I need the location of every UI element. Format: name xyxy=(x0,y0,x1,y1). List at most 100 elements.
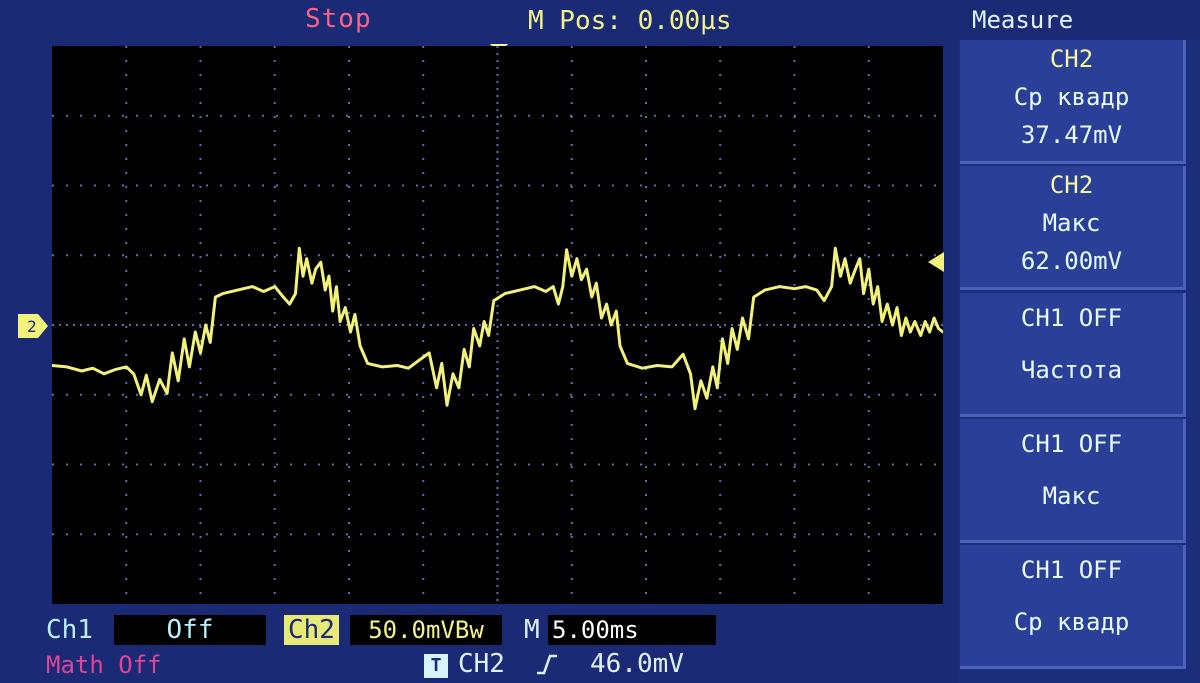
grid-dot xyxy=(164,254,166,257)
grid-dot xyxy=(52,463,54,466)
grid-dot xyxy=(496,368,499,370)
grid-dot xyxy=(822,393,824,396)
grid-dot xyxy=(276,533,278,536)
grid-dot xyxy=(472,533,474,536)
grid-dot xyxy=(199,284,202,286)
grid-dot xyxy=(496,473,499,475)
grid-dot xyxy=(556,463,558,466)
grid-dot xyxy=(125,116,128,118)
grid-dot xyxy=(878,393,880,396)
grid-dot xyxy=(766,184,768,187)
grid-dot xyxy=(276,324,278,326)
grid-dot xyxy=(570,592,573,594)
grid-dot xyxy=(66,463,68,466)
grid-dot xyxy=(496,508,499,510)
ch1-label[interactable]: Ch1 xyxy=(46,615,93,645)
grid-dot xyxy=(793,298,796,300)
measure-slot-2[interactable]: CH2 Макс 62.00mV xyxy=(960,166,1186,290)
grid-dot xyxy=(867,186,870,188)
trigger-level-marker-icon xyxy=(928,252,944,272)
grid-dot xyxy=(73,324,75,326)
grid-dot xyxy=(304,184,306,187)
grid-dot xyxy=(199,494,202,496)
grid-dot xyxy=(836,393,838,396)
grid-dot xyxy=(273,592,276,594)
grid-dot xyxy=(348,480,350,482)
ch2-label[interactable]: Ch2 xyxy=(284,615,339,645)
grid-dot xyxy=(668,463,670,466)
grid-dot xyxy=(850,533,852,536)
grid-dot xyxy=(570,200,573,202)
grid-dot xyxy=(125,452,128,454)
grid-dot xyxy=(717,324,719,326)
grid-dot xyxy=(409,324,411,326)
grid-dot xyxy=(94,533,96,536)
grid-dot xyxy=(496,130,499,132)
grid-dot xyxy=(496,396,499,398)
measure-slot-4[interactable]: CH1 OFF Макс xyxy=(960,419,1186,543)
grid-dot xyxy=(206,184,208,187)
measure-slot-3-type: Частота xyxy=(1020,356,1123,384)
grid-dot xyxy=(885,324,887,326)
measure-slot-4-source: CH1 OFF xyxy=(1020,430,1123,458)
grid-dot xyxy=(80,184,82,187)
grid-dot xyxy=(304,463,306,466)
grid-dot xyxy=(892,254,894,257)
run-state-label: Stop xyxy=(305,4,372,34)
grid-dot xyxy=(496,291,499,293)
grid-dot xyxy=(346,254,348,257)
grid-dot xyxy=(199,102,202,104)
grid-dot xyxy=(793,452,796,454)
measure-slot-1[interactable]: CH2 Ср квадр 37.47mV xyxy=(960,40,1186,164)
grid-dot xyxy=(645,424,647,426)
grid-dot xyxy=(276,463,278,466)
grid-dot xyxy=(867,130,870,132)
grid-dot xyxy=(199,256,202,258)
grid-dot xyxy=(178,184,180,187)
grid-dot xyxy=(570,550,573,552)
grid-dot xyxy=(645,452,647,454)
measure-slot-3-source: CH1 OFF xyxy=(1020,304,1123,332)
grid-dot xyxy=(496,410,499,412)
grid-dot xyxy=(570,214,573,216)
grid-dot xyxy=(422,550,425,552)
grid-dot xyxy=(199,242,202,244)
grid-dot xyxy=(528,114,530,117)
grid-dot xyxy=(719,480,722,482)
grid-dot xyxy=(416,533,418,536)
grid-dot xyxy=(472,324,474,326)
measure-slot-5[interactable]: CH1 OFF Ср квадр xyxy=(960,545,1186,669)
grid-dot xyxy=(496,403,499,405)
grid-dot xyxy=(422,74,425,76)
grid-dot xyxy=(374,463,376,466)
measure-slot-3[interactable]: CH1 OFF Частота xyxy=(960,293,1186,417)
grid-dot xyxy=(486,533,488,536)
grid-dot xyxy=(248,533,250,536)
grid-dot xyxy=(850,393,852,396)
grid-dot xyxy=(793,438,796,440)
grid-dot xyxy=(793,46,796,48)
grid-dot xyxy=(500,393,502,396)
grid-dot xyxy=(542,114,544,117)
grid-dot xyxy=(348,158,350,160)
grid-dot xyxy=(199,536,202,538)
grid-dot xyxy=(570,256,573,258)
grid-dot xyxy=(273,494,276,496)
grid-dot xyxy=(178,254,180,257)
grid-dot xyxy=(422,396,425,398)
grid-dot xyxy=(273,536,276,538)
grid-dot xyxy=(773,324,775,326)
grid-dot xyxy=(220,114,222,117)
grid-dot xyxy=(570,228,573,230)
grid-dot xyxy=(422,368,425,370)
grid-dot xyxy=(867,410,870,412)
grid-dot xyxy=(556,393,558,396)
grid-dot xyxy=(143,324,145,326)
grid-dot xyxy=(793,88,796,90)
grid-dot xyxy=(262,324,264,326)
grid-dot xyxy=(290,463,292,466)
grid-dot xyxy=(864,324,866,326)
grid-dot xyxy=(129,324,131,326)
grid-dot xyxy=(719,270,722,272)
grid-dot xyxy=(80,393,82,396)
